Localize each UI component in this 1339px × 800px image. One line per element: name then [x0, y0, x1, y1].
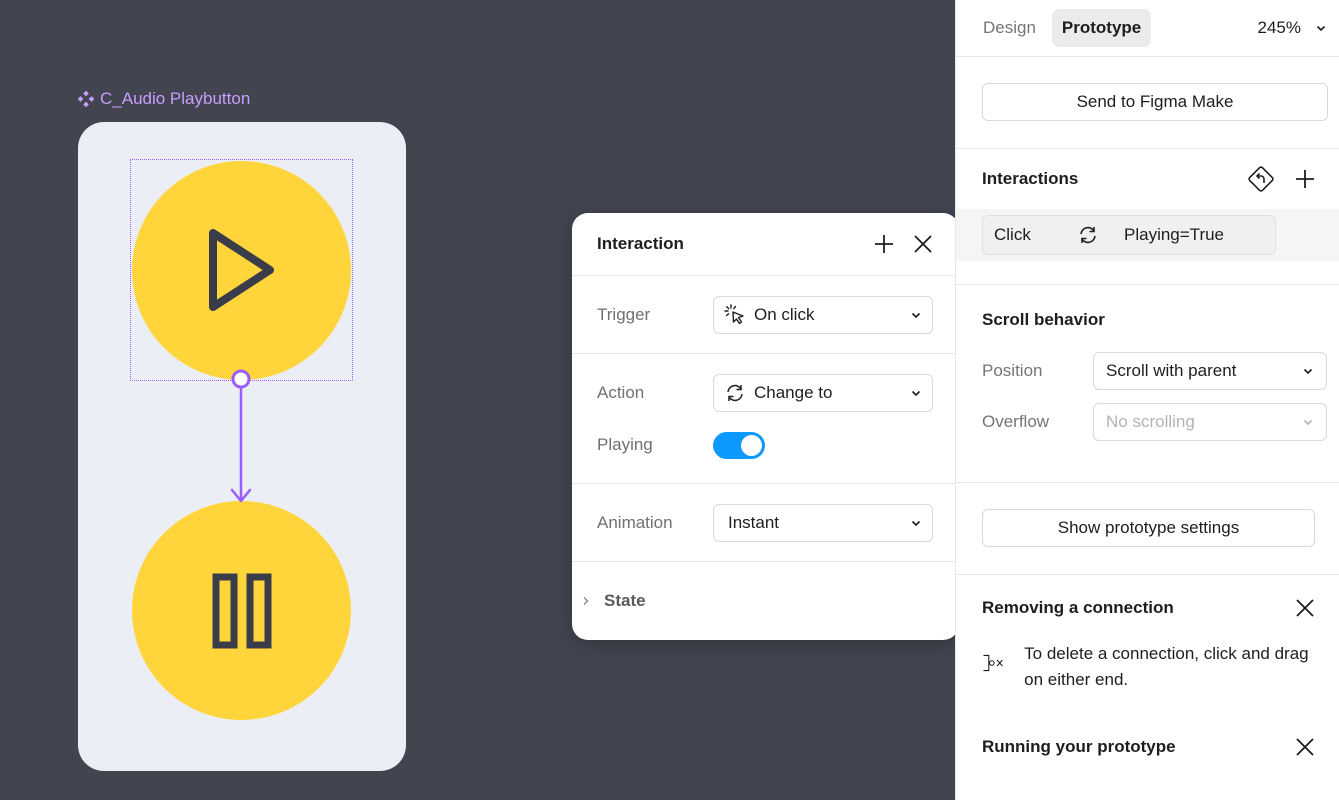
component-icon — [78, 91, 94, 107]
toggle-knob — [741, 434, 762, 456]
popover-header: Interaction — [572, 213, 959, 276]
disconnect-icon — [983, 654, 1003, 672]
send-section: Send to Figma Make — [956, 57, 1339, 149]
add-interaction-icon[interactable] — [1289, 163, 1321, 195]
tip-removing-connection: Removing a connection To delete a connec… — [956, 575, 1339, 727]
tip-running-prototype: Running your prototype — [956, 727, 1339, 767]
action-select[interactable]: Change to — [713, 374, 933, 412]
animation-label: Animation — [597, 513, 673, 532]
scroll-behavior-section: Scroll behavior Position Scroll with par… — [956, 295, 1339, 483]
play-icon — [209, 229, 274, 311]
show-prototype-settings-button[interactable]: Show prototype settings — [982, 509, 1315, 547]
interaction-popover: Interaction Trigger On click Action Chan… — [572, 213, 959, 640]
interactions-section: Interactions Click Playing=True — [956, 149, 1339, 285]
playing-label: Playing — [597, 435, 653, 454]
trigger-value: On click — [754, 305, 815, 324]
swap-icon — [1076, 223, 1100, 247]
prototype-connection-arrow[interactable] — [226, 368, 256, 506]
chevron-down-icon — [1316, 25, 1326, 32]
zoom-value: 245% — [1257, 18, 1301, 37]
close-icon[interactable] — [1289, 592, 1321, 624]
swap-icon — [724, 382, 746, 404]
position-value: Scroll with parent — [1106, 360, 1237, 380]
position-select[interactable]: Scroll with parent — [1093, 351, 1327, 390]
overflow-value: No scrolling — [1106, 411, 1195, 431]
trigger-section: Trigger On click — [572, 276, 959, 354]
panel-tabs: Design Prototype 245% — [956, 0, 1339, 57]
playing-toggle[interactable] — [713, 431, 765, 459]
component-name: C_Audio Playbutton — [100, 89, 251, 108]
flow-starting-point-icon[interactable] — [1245, 163, 1277, 195]
component-label[interactable]: C_Audio Playbutton — [78, 89, 250, 109]
tip2-title: Running your prototype — [982, 737, 1176, 756]
tab-prototype[interactable]: Prototype — [1051, 9, 1152, 47]
animation-value: Instant — [728, 513, 780, 532]
interactions-title: Interactions — [982, 169, 1079, 188]
trigger-select[interactable]: On click — [713, 296, 933, 334]
chevron-down-icon — [911, 312, 921, 319]
scroll-behavior-title: Scroll behavior — [982, 310, 1105, 329]
action-label: Action — [597, 383, 645, 402]
prototype-settings-section: Show prototype settings — [956, 483, 1339, 575]
overflow-label: Overflow — [982, 411, 1050, 431]
state-disclosure[interactable]: State — [572, 562, 959, 639]
cursor-click-icon — [724, 304, 746, 326]
properties-panel: Design Prototype 245% Send to Figma Make… — [955, 0, 1339, 800]
interaction-chip[interactable]: Click Playing=True — [982, 215, 1276, 255]
zoom-dropdown[interactable]: 245% — [1258, 18, 1327, 38]
pause-icon — [212, 573, 272, 649]
chevron-right-icon — [583, 596, 589, 605]
action-value: Change to — [754, 383, 833, 402]
state-label: State — [604, 590, 646, 610]
chevron-down-icon — [1303, 419, 1313, 425]
close-icon[interactable] — [912, 233, 934, 255]
overflow-select[interactable]: No scrolling — [1093, 402, 1327, 441]
chevron-down-icon — [911, 390, 921, 397]
position-label: Position — [982, 360, 1043, 380]
interaction-trigger: Click — [994, 225, 1031, 244]
action-section: Action Change to Playing — [572, 354, 959, 484]
animation-section: Animation Instant — [572, 484, 959, 562]
interaction-row[interactable]: Click Playing=True — [956, 209, 1339, 261]
tip1-text: To delete a connection, click and drag o… — [1024, 644, 1309, 689]
send-to-figma-make-button[interactable]: Send to Figma Make — [982, 83, 1328, 121]
animation-select[interactable]: Instant — [713, 504, 933, 542]
close-icon[interactable] — [1289, 731, 1321, 763]
add-icon[interactable] — [873, 233, 895, 255]
chevron-down-icon — [911, 520, 921, 527]
popover-title: Interaction — [597, 234, 684, 253]
trigger-label: Trigger — [597, 305, 651, 324]
chevron-down-icon — [1303, 368, 1313, 374]
interaction-result: Playing=True — [1124, 225, 1225, 244]
tip1-title: Removing a connection — [982, 598, 1174, 617]
tab-design[interactable]: Design — [973, 9, 1046, 47]
